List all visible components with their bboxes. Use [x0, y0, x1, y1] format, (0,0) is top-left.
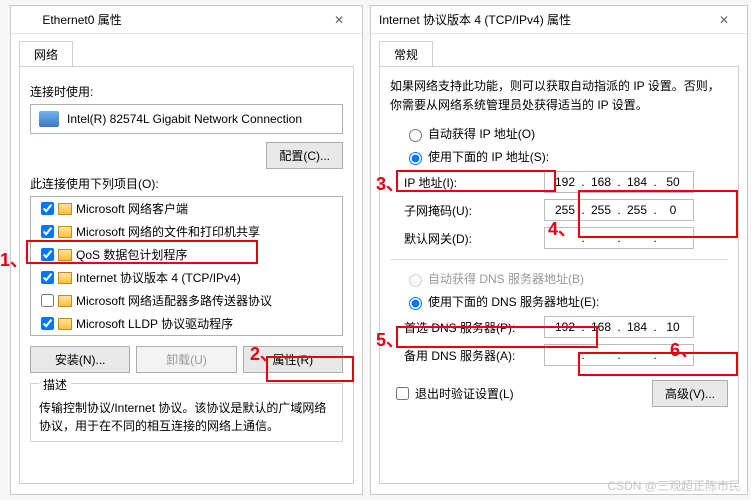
radio-manual-dns[interactable]: [409, 297, 422, 310]
protocol-icon: [58, 226, 72, 238]
list-item[interactable]: QoS 数据包计划程序: [31, 243, 342, 266]
protocol-icon: [58, 295, 72, 307]
validate-label: 退出时验证设置(L): [415, 385, 514, 402]
description-legend: 描述: [39, 378, 71, 392]
protocol-icon: [58, 203, 72, 215]
radio-auto-ip-label: 自动获得 IP 地址(O): [428, 125, 535, 142]
radio-manual-dns-label: 使用下面的 DNS 服务器地址(E):: [428, 293, 599, 310]
radio-manual-ip-row[interactable]: 使用下面的 IP 地址(S):: [404, 148, 728, 165]
protocol-icon: [58, 318, 72, 330]
tab-network[interactable]: 网络: [19, 41, 73, 67]
list-item-label: Microsoft 网络的文件和打印机共享: [76, 223, 260, 240]
connect-using-label: 连接时使用:: [30, 83, 343, 100]
tab-content-right: 如果网络支持此功能，则可以获取自动指派的 IP 设置。否则，你需要从网络系统管理…: [379, 66, 739, 484]
tabs-left: 网络: [19, 40, 354, 66]
radio-manual-ip[interactable]: [409, 152, 422, 165]
ip-address-label: IP 地址(I):: [404, 174, 544, 191]
ethernet-properties-window: Ethernet0 属性 ✕ 网络 连接时使用: Intel(R) 82574L…: [10, 5, 363, 495]
list-item-label: QoS 数据包计划程序: [76, 246, 187, 263]
list-item-label: Microsoft LLDP 协议驱动程序: [76, 315, 233, 332]
dns2-label: 备用 DNS 服务器(A):: [404, 347, 544, 364]
list-item-checkbox[interactable]: [41, 225, 54, 238]
protocol-listbox[interactable]: Microsoft 网络客户端 Microsoft 网络的文件和打印机共享 QoS …: [30, 196, 343, 336]
radio-auto-dns-label: 自动获得 DNS 服务器地址(B): [428, 270, 584, 287]
list-item-checkbox[interactable]: [41, 294, 54, 307]
radio-auto-ip-row[interactable]: 自动获得 IP 地址(O): [404, 125, 728, 142]
list-item[interactable]: Microsoft LLDP 协议驱动程序: [31, 312, 342, 335]
radio-auto-dns-row: 自动获得 DNS 服务器地址(B): [404, 270, 728, 287]
subnet-mask-label: 子网掩码(U):: [404, 202, 544, 219]
validate-checkbox[interactable]: [396, 387, 409, 400]
adapter-name: Intel(R) 82574L Gigabit Network Connecti…: [67, 112, 302, 126]
list-item[interactable]: Microsoft 网络适配器多路传送器协议: [31, 289, 342, 312]
protocol-icon: [58, 249, 72, 261]
separator: [390, 259, 728, 260]
list-item-checkbox[interactable]: [41, 248, 54, 261]
list-item[interactable]: Internet 协议版本 6 (TCP/IPv6): [31, 335, 342, 336]
tab-general[interactable]: 常规: [379, 41, 433, 67]
tab-content-left: 连接时使用: Intel(R) 82574L Gigabit Network C…: [19, 66, 354, 484]
window-title: Internet 协议版本 4 (TCP/IPv4) 属性: [379, 13, 571, 27]
protocol-icon: [58, 272, 72, 284]
adapter-box: Intel(R) 82574L Gigabit Network Connecti…: [30, 104, 343, 134]
uninstall-button: 卸载(U): [136, 346, 236, 373]
list-item[interactable]: Microsoft 网络的文件和打印机共享: [31, 220, 342, 243]
info-text: 如果网络支持此功能，则可以获取自动指派的 IP 设置。否则，你需要从网络系统管理…: [390, 77, 728, 115]
radio-auto-dns: [409, 274, 422, 287]
ip-address-input[interactable]: 192. 168. 184. 50: [544, 171, 694, 193]
radio-manual-ip-label: 使用下面的 IP 地址(S):: [428, 148, 549, 165]
titlebar-right: Internet 协议版本 4 (TCP/IPv4) 属性 ✕: [371, 6, 747, 34]
properties-button[interactable]: 属性(R): [243, 346, 343, 373]
list-item-checkbox[interactable]: [41, 202, 54, 215]
list-item-checkbox[interactable]: [41, 317, 54, 330]
advanced-button[interactable]: 高级(V)...: [652, 380, 728, 407]
configure-button[interactable]: 配置(C)...: [266, 142, 343, 169]
subnet-mask-input[interactable]: 255. 255. 255. 0: [544, 199, 694, 221]
list-item-label: Internet 协议版本 4 (TCP/IPv4): [76, 269, 241, 286]
install-button[interactable]: 安装(N)...: [30, 346, 130, 373]
dns1-label: 首选 DNS 服务器(P):: [404, 319, 544, 336]
gateway-label: 默认网关(D):: [404, 230, 544, 247]
close-icon[interactable]: ✕: [709, 6, 739, 34]
list-item[interactable]: Microsoft 网络客户端: [31, 197, 342, 220]
ipv4-properties-window: Internet 协议版本 4 (TCP/IPv4) 属性 ✕ 常规 如果网络支…: [370, 5, 748, 495]
list-item-checkbox[interactable]: [41, 271, 54, 284]
items-label: 此连接使用下列项目(O):: [30, 175, 343, 192]
window-title: Ethernet0 属性: [42, 13, 121, 27]
watermark: CSDN @三观超正陈市民: [607, 477, 741, 494]
description-text: 传输控制协议/Internet 协议。该协议是默认的广域网络协议，用于在不同的相…: [39, 399, 334, 435]
tabs-right: 常规: [379, 40, 739, 66]
gateway-input[interactable]: . . .: [544, 227, 694, 249]
dns1-input[interactable]: 192. 168. 184. 10: [544, 316, 694, 338]
network-adapter-icon: [19, 13, 35, 29]
close-icon[interactable]: ✕: [324, 6, 354, 34]
list-item-label: Microsoft 网络客户端: [76, 200, 188, 217]
nic-icon: [39, 111, 59, 127]
dns2-input[interactable]: . . .: [544, 344, 694, 366]
titlebar-left: Ethernet0 属性 ✕: [11, 6, 362, 34]
list-item[interactable]: Internet 协议版本 4 (TCP/IPv4): [31, 266, 342, 289]
list-item-label: Microsoft 网络适配器多路传送器协议: [76, 292, 272, 309]
description-group: 描述 传输控制协议/Internet 协议。该协议是默认的广域网络协议，用于在不…: [30, 383, 343, 442]
radio-manual-dns-row[interactable]: 使用下面的 DNS 服务器地址(E):: [404, 293, 728, 310]
radio-auto-ip[interactable]: [409, 129, 422, 142]
